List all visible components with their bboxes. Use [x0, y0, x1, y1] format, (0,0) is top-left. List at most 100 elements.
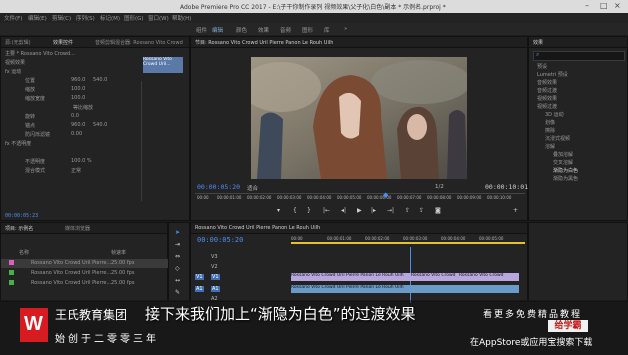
menu-file[interactable]: 文件(F) [4, 14, 22, 22]
pen-tool-icon[interactable]: ✎ [175, 289, 180, 296]
track-label[interactable]: V1 [211, 274, 220, 280]
extract-icon[interactable]: ⇪ [419, 207, 424, 214]
effects-item[interactable]: 交叉溶解 [553, 159, 573, 166]
tab-effect-controls[interactable]: 效果控件 [53, 39, 73, 46]
work-area-bar[interactable] [291, 242, 525, 244]
workspace-color[interactable]: 颜色 [236, 26, 247, 34]
playhead-icon[interactable]: ◆ [383, 191, 388, 199]
menu-edit[interactable]: 编辑(E) [28, 14, 47, 22]
go-to-out-icon[interactable]: →| [387, 207, 394, 214]
column-header-fps[interactable]: 帧速率 [111, 249, 126, 256]
workspace-libraries[interactable]: 库 [324, 26, 330, 34]
resolution-dropdown[interactable]: 1/2 [435, 184, 444, 190]
mark-in-icon[interactable]: { [293, 207, 297, 214]
effects-item[interactable]: Lumetri 预设 [537, 71, 568, 78]
row-value[interactable]: 100.0 [71, 86, 85, 93]
tab-media-browser[interactable]: 媒体浏览器 [65, 225, 90, 232]
menu-help[interactable]: 帮助(H) [172, 14, 191, 22]
effect-controls-timecode[interactable]: 00:00:05:23 [5, 213, 38, 219]
row-value[interactable]: 0.0 [71, 113, 79, 120]
minimize-icon[interactable]: – [585, 1, 589, 10]
row-label: 缩放 [25, 87, 36, 93]
workspace-graphics[interactable]: 图形 [302, 26, 313, 34]
row-value[interactable]: 960.0 [71, 122, 85, 129]
effects-item[interactable]: 音频过渡 [537, 87, 557, 94]
menu-marker[interactable]: 标记(M) [100, 14, 120, 22]
project-item-name[interactable]: Rossano Vito Crowd Uril Pierre... [31, 260, 111, 267]
menu-graphics[interactable]: 图形(G) [124, 14, 144, 22]
track-target-v1[interactable]: V1 [195, 274, 204, 280]
effects-item-selected[interactable]: 渐隐为白色 [553, 167, 578, 174]
workspace-assembly[interactable]: 组件 [196, 26, 207, 34]
effects-item[interactable]: 划像 [545, 119, 555, 126]
effects-search-input[interactable]: ⌕ [533, 51, 625, 61]
audio-clip[interactable]: Rossano Vito Crowd Uril Pierre Panon Le … [291, 285, 519, 293]
row-value[interactable]: 0.00 [71, 131, 82, 138]
effects-item[interactable]: 溶解 [545, 143, 555, 150]
effects-item[interactable]: 沉浸式视频 [545, 135, 570, 142]
timeline-ruler[interactable]: 00:00 00:00:01:00 00:00:02:00 00:00:03:0… [291, 236, 525, 248]
program-timecode-left[interactable]: 00:00:05:20 [197, 183, 240, 191]
row-value[interactable]: 960.0 [71, 77, 85, 84]
video-clip[interactable]: Rossano Vito Crowd [459, 273, 519, 281]
project-item-name[interactable]: Rossano Vito Crowd Uril Pierre... [31, 280, 111, 287]
effects-item[interactable]: 音频效果 [537, 79, 557, 86]
tab-program[interactable]: 节目: Rossano Vito Crowd Uril Pierre Panon… [195, 39, 333, 46]
workspace-audio[interactable]: 音频 [280, 26, 291, 34]
effects-item[interactable]: 渐隐为黑色 [553, 175, 578, 182]
uniform-scale-checkbox[interactable]: 等比缩放 [73, 104, 93, 111]
marker-icon[interactable]: ▾ [277, 207, 280, 214]
workspace-effects[interactable]: 效果 [258, 26, 269, 34]
row-value[interactable]: 540.0 [93, 77, 107, 84]
workspace-more[interactable]: » [344, 26, 347, 32]
workspace-editing[interactable]: 编辑 [212, 26, 223, 34]
lift-icon[interactable]: ⇧ [405, 207, 410, 214]
row-value[interactable]: 正常 [71, 167, 81, 174]
program-ruler[interactable]: 00:00 00:00:01:00 00:00:02:00 00:00:03:0… [195, 191, 525, 201]
menu-sequence[interactable]: 序列(S) [76, 14, 95, 22]
row-value[interactable]: 540.0 [93, 122, 107, 129]
razor-tool-icon[interactable]: ◇ [175, 265, 180, 272]
tab-project[interactable]: 项目: 示例名 [5, 225, 33, 232]
row-value[interactable]: 100.0 % [71, 158, 92, 165]
effects-item[interactable]: 叠加溶解 [553, 151, 573, 158]
row-label[interactable]: fx 运动 [5, 68, 21, 75]
track-label[interactable]: V3 [211, 254, 218, 260]
ripple-edit-tool-icon[interactable]: ⇔ [175, 253, 180, 260]
effects-item[interactable]: 视频过渡 [537, 103, 557, 110]
tab-source[interactable]: 源:(无剪辑) [5, 39, 31, 46]
track-label[interactable]: V2 [211, 264, 218, 270]
menu-clip[interactable]: 剪辑(C) [52, 14, 71, 22]
track-label[interactable]: A1 [211, 286, 220, 292]
tab-effects[interactable]: 效果 [533, 39, 543, 46]
clip-label[interactable]: Rossano Vito Crowd Uril... [143, 57, 183, 73]
selection-tool-icon[interactable]: ➤ [175, 229, 180, 236]
add-button-icon[interactable]: + [513, 207, 518, 214]
timeline-timecode[interactable]: 00:00:05:20 [197, 236, 243, 244]
track-select-tool-icon[interactable]: ⇥ [175, 241, 180, 248]
video-clip[interactable]: Rossano Vito Crowd [411, 273, 459, 281]
fit-dropdown[interactable]: 适合 [247, 184, 258, 192]
maximize-icon[interactable]: □ [600, 1, 608, 10]
tab-audio-mixer[interactable]: 音频剪辑混合器: Rossano Vito Crowd [95, 39, 183, 46]
effects-item[interactable]: 视频效果 [537, 95, 557, 102]
row-label[interactable]: fx 不透明度 [5, 140, 31, 147]
export-frame-icon[interactable]: ◙ [435, 207, 441, 214]
close-icon[interactable]: × [614, 1, 621, 10]
step-back-icon[interactable]: ◂| [341, 207, 346, 214]
menu-window[interactable]: 窗口(W) [148, 14, 169, 22]
project-item-name[interactable]: Rossano Vito Crowd Uril Pierre... [31, 270, 111, 277]
slip-tool-icon[interactable]: ↔ [175, 277, 180, 284]
row-value[interactable]: 100.0 [71, 95, 85, 102]
track-target-a1[interactable]: A1 [195, 286, 204, 292]
tab-sequence[interactable]: Rossano Vito Crowd Uril Pierre Panon Le … [195, 225, 320, 231]
column-header-name[interactable]: 名称 [19, 249, 29, 256]
effects-item[interactable]: 3D 运动 [545, 111, 564, 118]
play-icon[interactable]: ▶ [357, 207, 362, 214]
mark-out-icon[interactable]: } [307, 207, 311, 214]
effects-item[interactable]: 擦除 [545, 127, 555, 134]
step-forward-icon[interactable]: |▸ [371, 207, 376, 214]
effects-item[interactable]: 预设 [537, 63, 547, 70]
program-monitor-tabs: 节目: Rossano Vito Crowd Uril Pierre Panon… [191, 37, 527, 48]
go-to-in-icon[interactable]: |← [323, 207, 330, 214]
